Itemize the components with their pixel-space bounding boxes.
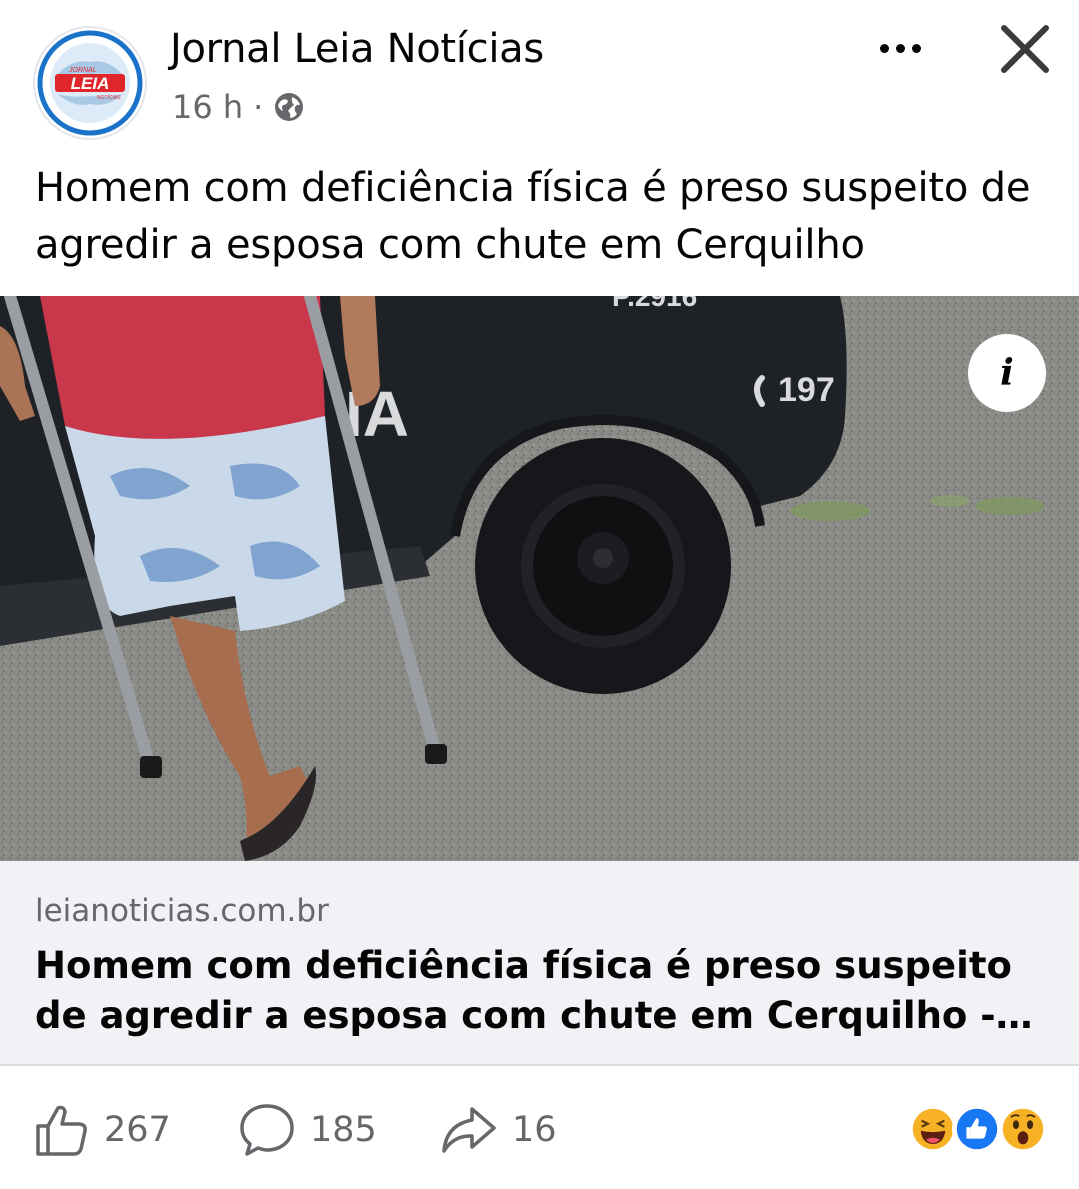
more-options-button[interactable] bbox=[868, 22, 932, 74]
post-time[interactable]: 16 h bbox=[172, 88, 243, 126]
more-horizontal-icon bbox=[879, 43, 889, 53]
like-button[interactable]: 267 bbox=[34, 1090, 171, 1170]
logo-top-text: JORNAL bbox=[68, 67, 97, 74]
car-phone-number: 197 bbox=[778, 371, 835, 409]
meta-separator: · bbox=[253, 88, 264, 126]
like-reaction-icon bbox=[952, 1104, 1002, 1154]
share-arrow-icon bbox=[442, 1107, 496, 1153]
share-count: 16 bbox=[512, 1110, 557, 1150]
share-button[interactable]: 16 bbox=[440, 1090, 557, 1170]
info-button[interactable]: i bbox=[968, 334, 1046, 412]
info-icon: i bbox=[1000, 352, 1014, 394]
logo-bottom-text: NOTÍCIAS bbox=[97, 94, 121, 101]
link-preview[interactable]: leianoticias.com.br Homem com deficiênci… bbox=[0, 861, 1079, 1064]
page-avatar[interactable]: JORNAL LEIA NOTÍCIAS bbox=[33, 26, 147, 140]
car-plate-text: P.2916 bbox=[612, 296, 697, 312]
globe-icon bbox=[275, 93, 304, 121]
action-bar: 267 185 16 bbox=[0, 1090, 1079, 1170]
reactions-summary[interactable] bbox=[908, 1104, 1050, 1156]
police-car-photo: IA P.2916 197 bbox=[0, 296, 1079, 861]
close-icon bbox=[1001, 25, 1049, 73]
post-text: Homem com deficiência física é preso sus… bbox=[35, 165, 1031, 268]
comment-count: 185 bbox=[310, 1110, 377, 1150]
post-header: JORNAL LEIA NOTÍCIAS Jornal Leia Notícia… bbox=[0, 0, 1079, 150]
divider bbox=[0, 1064, 1079, 1066]
leia-logo: JORNAL LEIA NOTÍCIAS bbox=[37, 30, 143, 136]
logo-main-text: LEIA bbox=[71, 74, 110, 93]
comment-button[interactable]: 185 bbox=[238, 1090, 377, 1170]
like-count: 267 bbox=[104, 1110, 171, 1150]
wow-reaction-icon bbox=[998, 1104, 1048, 1154]
close-button[interactable] bbox=[996, 20, 1054, 78]
link-title: Homem com deficiência física é preso sus… bbox=[35, 944, 1012, 1037]
haha-reaction-icon bbox=[908, 1104, 958, 1154]
post-meta: 16 h · bbox=[172, 88, 305, 126]
thumbs-up-icon bbox=[36, 1105, 87, 1156]
link-domain: leianoticias.com.br bbox=[35, 893, 329, 929]
post-image[interactable]: IA P.2916 197 bbox=[0, 296, 1079, 861]
page-name[interactable]: Jornal Leia Notícias bbox=[170, 26, 544, 72]
comment-bubble-icon bbox=[240, 1104, 294, 1156]
